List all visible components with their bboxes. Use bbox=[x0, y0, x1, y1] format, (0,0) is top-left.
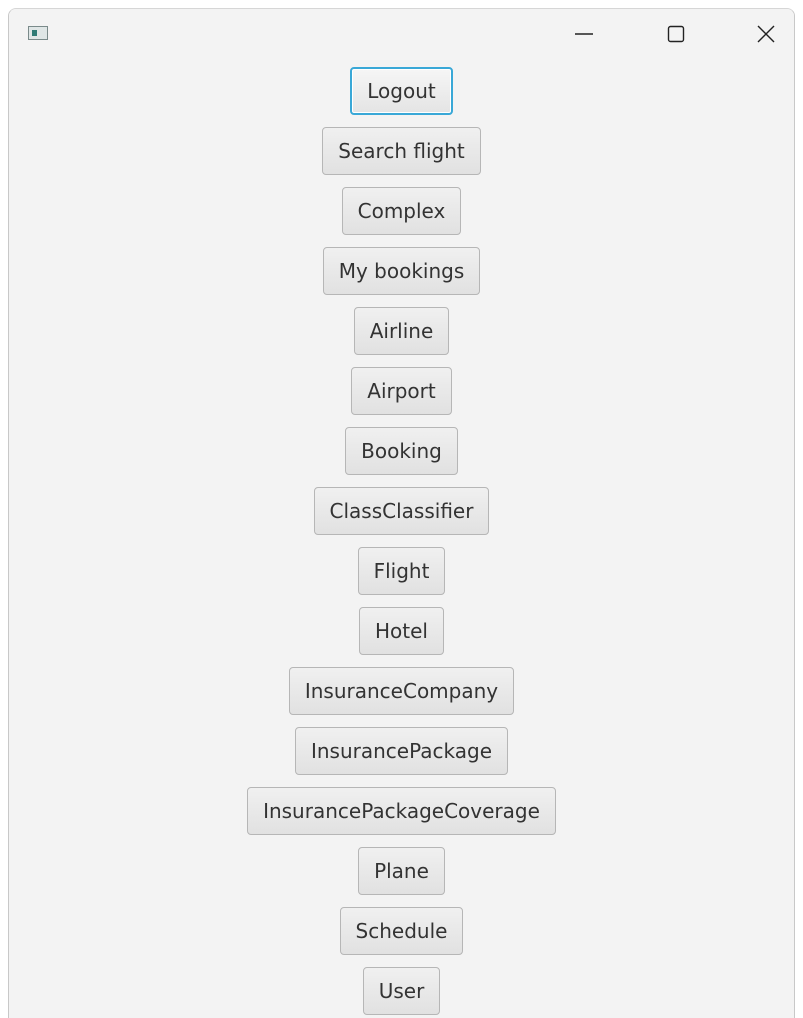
close-button[interactable] bbox=[743, 9, 789, 59]
app-window: Logout Search flight Complex My bookings Air… bbox=[8, 8, 795, 1018]
class-classifier-button[interactable]: ClassClassifier bbox=[313, 487, 490, 535]
flight-button[interactable]: Flight bbox=[357, 547, 446, 595]
menu-button-stack: Logout Search flight Complex My bookings Air… bbox=[9, 67, 794, 1018]
booking-button[interactable]: Booking bbox=[345, 427, 458, 475]
minimize-button[interactable] bbox=[561, 9, 607, 59]
logout-button[interactable]: Logout bbox=[350, 67, 453, 115]
insurance-company-button[interactable]: InsuranceCompany bbox=[288, 667, 515, 715]
minimize-icon bbox=[575, 33, 593, 35]
complex-button[interactable]: Complex bbox=[341, 187, 462, 235]
insurance-package-coverage-button[interactable]: InsurancePackageCoverage bbox=[247, 787, 556, 835]
maximize-button[interactable] bbox=[653, 9, 699, 59]
airport-button[interactable]: Airport bbox=[351, 367, 452, 415]
insurance-package-button[interactable]: InsurancePackage bbox=[294, 727, 509, 775]
maximize-icon bbox=[667, 25, 685, 43]
schedule-button[interactable]: Schedule bbox=[339, 907, 464, 955]
hotel-button[interactable]: Hotel bbox=[359, 607, 444, 655]
user-button[interactable]: User bbox=[362, 967, 441, 1015]
app-window-icon bbox=[28, 26, 48, 40]
my-bookings-button[interactable]: My bookings bbox=[322, 247, 481, 295]
plane-button[interactable]: Plane bbox=[358, 847, 445, 895]
search-flight-button[interactable]: Search flight bbox=[322, 127, 481, 175]
title-bar[interactable] bbox=[9, 9, 794, 59]
airline-button[interactable]: Airline bbox=[353, 307, 450, 355]
close-icon bbox=[757, 25, 775, 43]
